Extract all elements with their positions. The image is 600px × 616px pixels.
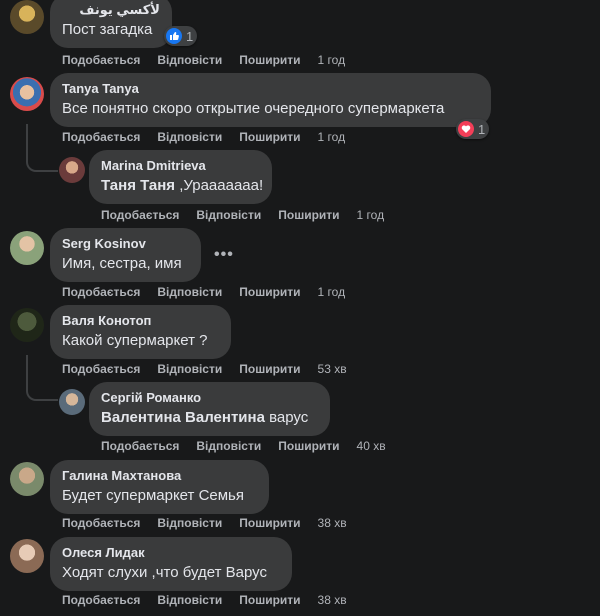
comment-actions: Подобається Відповісти Поширити 1 год [101, 208, 401, 222]
comment-bubble: Marina Dmitrieva Таня Таня ,Урааааааа! [89, 150, 272, 204]
comment-text: Имя, сестра, имя [62, 255, 182, 272]
share-button[interactable]: Поширити [239, 130, 300, 144]
comment-text: Таня Таня ,Урааааааа! [101, 176, 264, 196]
share-button[interactable]: Поширити [239, 362, 300, 376]
heart-icon [458, 121, 474, 137]
comment-actions: Подобається Відповісти Поширити 1 год [62, 285, 362, 299]
comment-text: Ходят слухи ,что будет Варус [62, 564, 268, 581]
like-icon [166, 28, 182, 44]
mention-link[interactable]: Таня Таня [101, 177, 175, 194]
reply-button[interactable]: Відповісти [157, 362, 222, 376]
comment-bubble: Олеся Лидак Ходят слухи ,что будет Варус [50, 537, 292, 591]
share-button[interactable]: Поширити [278, 439, 339, 453]
avatar[interactable] [59, 157, 85, 183]
avatar[interactable] [10, 308, 44, 342]
reply-button[interactable]: Відповісти [157, 593, 222, 607]
comment-author[interactable]: Олеся Лидак [62, 545, 280, 561]
like-button[interactable]: Подобається [62, 593, 140, 607]
comment-actions: Подобається Відповісти Поширити 38 хв [62, 593, 364, 607]
comment-author[interactable]: لأكسي يونف [62, 2, 160, 18]
avatar[interactable] [10, 231, 44, 265]
comment-text-body: ,Урааааааа! [175, 177, 264, 194]
timestamp[interactable]: 1 год [318, 285, 346, 299]
timestamp[interactable]: 1 год [318, 53, 346, 67]
reply-button[interactable]: Відповісти [157, 516, 222, 530]
timestamp[interactable]: 53 хв [318, 362, 347, 376]
reaction-count: 1 [186, 28, 194, 44]
share-button[interactable]: Поширити [239, 593, 300, 607]
avatar[interactable] [10, 462, 44, 496]
comment-author[interactable]: Галина Махтанова [62, 468, 257, 484]
comment-text: Какой супермаркет ? [62, 332, 208, 349]
share-button[interactable]: Поширити [239, 285, 300, 299]
comment-bubble: Валя Конотоп Какой супермаркет ? [50, 305, 231, 359]
thread-connector [26, 355, 58, 401]
avatar[interactable] [10, 539, 44, 573]
comment-actions: Подобається Відповісти Поширити 53 хв [62, 362, 364, 376]
like-button[interactable]: Подобається [62, 516, 140, 530]
timestamp[interactable]: 38 хв [318, 516, 347, 530]
share-button[interactable]: Поширити [278, 208, 339, 222]
reply-button[interactable]: Відповісти [157, 53, 222, 67]
thread-connector [26, 124, 58, 172]
comment-actions: Подобається Відповісти Поширити 40 хв [101, 439, 403, 453]
share-button[interactable]: Поширити [239, 516, 300, 530]
like-button[interactable]: Подобається [101, 439, 179, 453]
reaction-count: 1 [478, 121, 486, 137]
avatar[interactable] [59, 389, 85, 415]
comment-bubble: لأكسي يونف Пост загадка [50, 0, 172, 48]
reply-button[interactable]: Відповісти [157, 285, 222, 299]
comment-bubble: Сергій Романко Валентина Валентина варус [89, 382, 330, 436]
comment-text: Валентина Валентина варус [101, 408, 318, 428]
like-button[interactable]: Подобається [62, 130, 140, 144]
reply-button[interactable]: Відповісти [196, 439, 261, 453]
reply-button[interactable]: Відповісти [157, 130, 222, 144]
comment-bubble: Галина Махтанова Будет супермаркет Семья [50, 460, 269, 514]
comment-actions: Подобається Відповісти Поширити 1 год [62, 130, 362, 144]
more-options-icon[interactable]: ••• [214, 246, 234, 264]
comment-author[interactable]: Tanya Tanya [62, 81, 479, 97]
comment-author[interactable]: Serg Kosinov [62, 236, 189, 252]
comment-text: Все понятно скоро открытие очередного су… [62, 100, 445, 117]
comment-bubble: Tanya Tanya Все понятно скоро открытие о… [50, 73, 491, 127]
comment-text: Пост загадка [62, 21, 153, 38]
timestamp[interactable]: 1 год [357, 208, 385, 222]
like-button[interactable]: Подобається [62, 285, 140, 299]
comment-author[interactable]: Marina Dmitrieva [101, 158, 260, 174]
like-button[interactable]: Подобається [101, 208, 179, 222]
comment-actions: Подобається Відповісти Поширити 38 хв [62, 516, 364, 530]
comment-actions: Подобається Відповісти Поширити 1 год [62, 53, 362, 67]
reply-button[interactable]: Відповісти [196, 208, 261, 222]
mention-link[interactable]: Валентина Валентина [101, 409, 265, 426]
comment-text-body: варус [264, 409, 309, 426]
avatar[interactable] [10, 77, 44, 111]
timestamp[interactable]: 38 хв [318, 593, 347, 607]
comment-author[interactable]: Валя Конотоп [62, 313, 219, 329]
like-button[interactable]: Подобається [62, 362, 140, 376]
comment-bubble: Serg Kosinov Имя, сестра, имя [50, 228, 201, 282]
comment-text: Будет супермаркет Семья [62, 487, 244, 504]
like-button[interactable]: Подобається [62, 53, 140, 67]
timestamp[interactable]: 1 год [318, 130, 346, 144]
reaction-badge[interactable]: 1 [164, 26, 198, 46]
avatar[interactable] [10, 0, 44, 34]
share-button[interactable]: Поширити [239, 53, 300, 67]
reaction-badge[interactable]: 1 [456, 119, 490, 139]
comment-author[interactable]: Сергій Романко [101, 390, 318, 406]
timestamp[interactable]: 40 хв [357, 439, 386, 453]
